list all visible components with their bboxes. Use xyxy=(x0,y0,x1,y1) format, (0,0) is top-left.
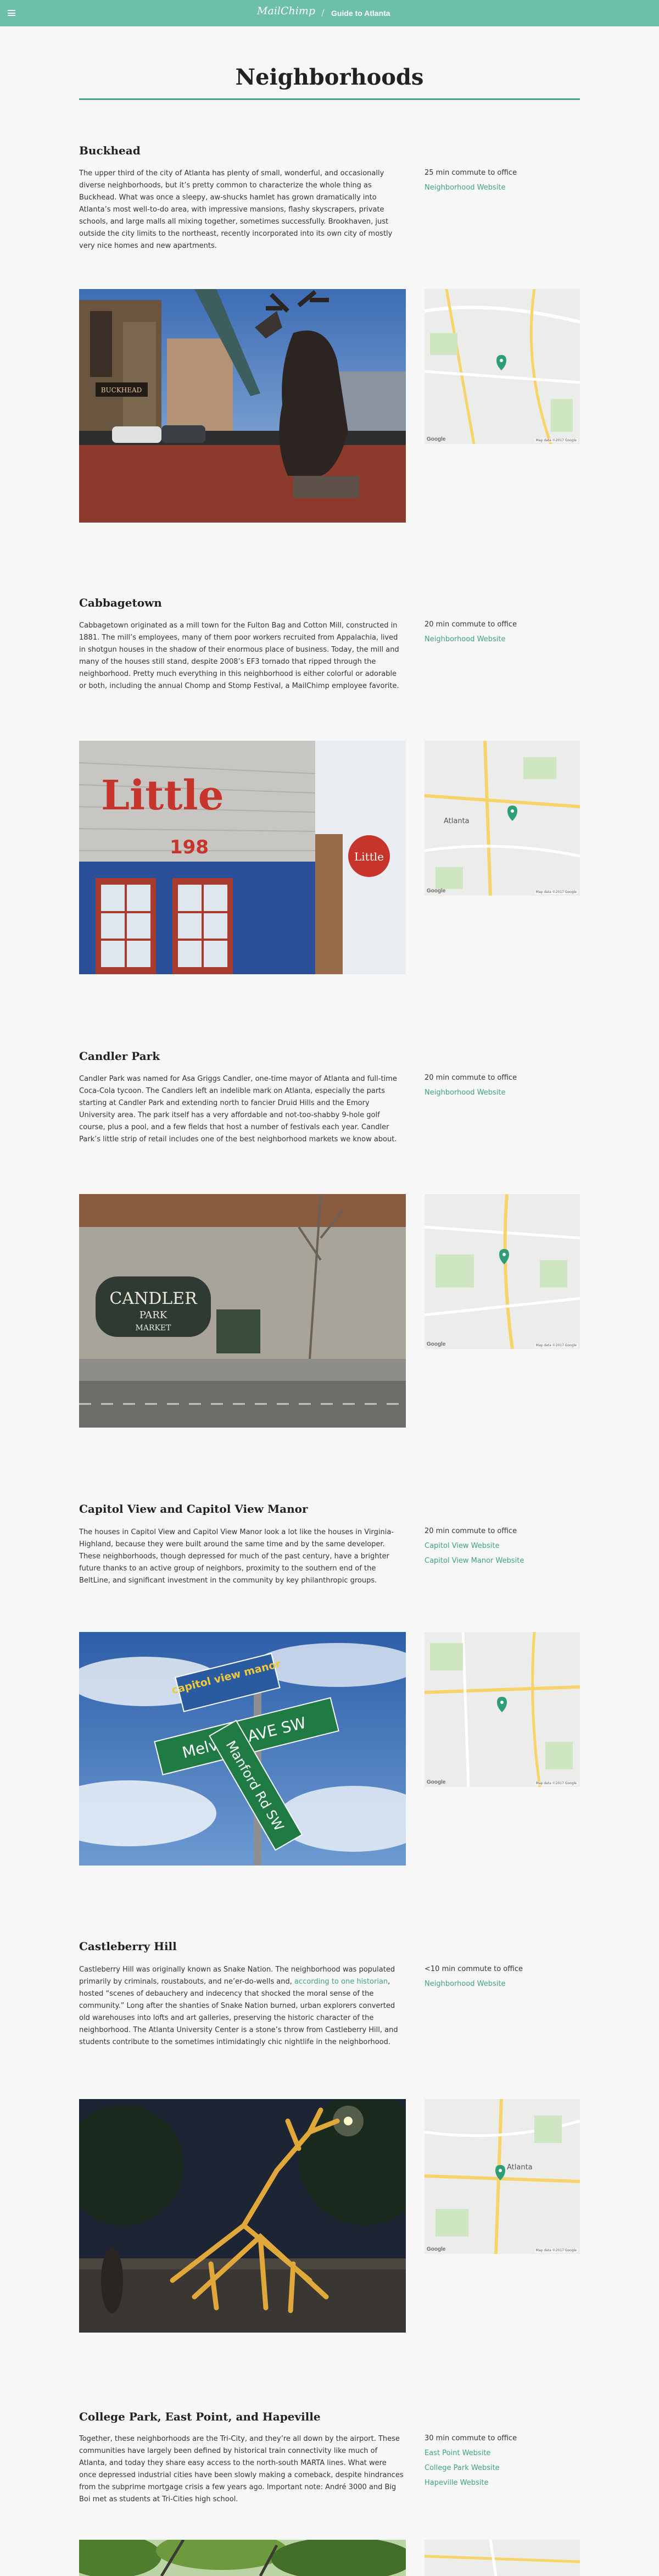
photo-sign-text: CANDLER xyxy=(109,1289,198,1308)
capitol-view-manor-website-link[interactable]: Capitol View Manor Website xyxy=(425,1557,580,1568)
commute-time: 20 min commute to office xyxy=(425,1527,517,1535)
east-point-website-link[interactable]: East Point Website xyxy=(425,2449,580,2460)
neighborhood-website-link[interactable]: Neighborhood Website xyxy=(425,635,580,646)
neighborhood-description: The upper third of the city of Atlanta h… xyxy=(79,169,393,250)
neighborhood-photo-buckhead: BUCKHEAD xyxy=(79,289,406,523)
neighborhood-photo-candler-park: CANDLER PARK MARKET xyxy=(79,1194,406,1428)
top-navigation-bar: MailChimp / Guide to Atlanta xyxy=(0,0,659,26)
neighborhood-title: Cabbagetown xyxy=(79,596,162,609)
neighborhood-title: College Park, East Point, and Hapeville xyxy=(79,2410,321,2423)
commute-time: 30 min commute to office xyxy=(425,2434,517,2442)
brand-logo[interactable]: MailChimp xyxy=(255,5,315,19)
title-divider xyxy=(79,98,580,100)
map-attribution: Map data ©2017 Google xyxy=(534,1781,578,1785)
neighborhood-description: The houses in Capitol View and Capitol V… xyxy=(79,1528,394,1585)
neighborhood-description: Together, these neighborhoods are the Tr… xyxy=(79,2435,404,2503)
hapeville-website-link[interactable]: Hapeville Website xyxy=(425,2479,580,2490)
map-attribution: Map data ©2017 Google xyxy=(534,2249,578,2252)
college-park-website-link[interactable]: College Park Website xyxy=(425,2464,580,2475)
guide-title-link[interactable]: Guide to Atlanta xyxy=(331,9,419,19)
map-logo: Google xyxy=(427,1341,446,1347)
capitol-view-website-link[interactable]: Capitol View Website xyxy=(425,1542,580,1553)
commute-time: <10 min commute to office xyxy=(425,1965,523,1973)
map-attribution: Map data ©2017 Google xyxy=(534,1343,578,1347)
neighborhood-photo-capitol-view: capitol view manor Melview AVE SW Manfor… xyxy=(79,1632,406,1866)
neighborhood-map[interactable]: Google Map data ©2017 Google xyxy=(425,1194,580,1349)
neighborhood-website-link[interactable]: Neighborhood Website xyxy=(425,184,580,195)
photo-sign-text: BUCKHEAD xyxy=(101,386,142,394)
neighborhood-photo-cabbagetown: Little 198 Little xyxy=(79,741,406,974)
neighborhood-map[interactable] xyxy=(425,2540,580,2576)
map-logo: Google xyxy=(427,1779,446,1785)
photo-round-sign-text: Little xyxy=(354,850,384,863)
commute-time: 20 min commute to office xyxy=(425,620,517,629)
svg-text:Atlanta: Atlanta xyxy=(507,2163,533,2172)
neighborhood-description: Candler Park was named for Asa Griggs Ca… xyxy=(79,1075,397,1143)
neighborhood-description: Cabbagetown originated as a mill town fo… xyxy=(79,621,399,690)
map-attribution: Map data ©2017 Google xyxy=(534,438,578,442)
page-title: Neighborhoods xyxy=(235,64,424,90)
photo-sign-mid: PARK xyxy=(139,1309,167,1321)
neighborhood-title: Capitol View and Capitol View Manor xyxy=(79,1502,308,1515)
map-attribution: Map data ©2017 Google xyxy=(534,890,578,894)
map-logo: Google xyxy=(427,436,446,442)
neighborhood-photo-tri-city xyxy=(79,2540,406,2576)
neighborhood-title: Candler Park xyxy=(79,1050,160,1063)
svg-text:Atlanta: Atlanta xyxy=(444,817,470,825)
neighborhood-map[interactable]: Google Map data ©2017 Google xyxy=(425,1632,580,1787)
historian-link[interactable]: according to one historian xyxy=(294,1978,388,1986)
neighborhood-map[interactable]: Atlanta Google Map data ©2017 Google xyxy=(425,741,580,896)
photo-sign-low: MARKET xyxy=(135,1324,171,1333)
neighborhood-description: Castleberry Hill was originally known as… xyxy=(79,1966,398,2046)
neighborhood-map[interactable]: Atlanta Google Map data ©2017 Google xyxy=(425,2099,580,2254)
neighborhood-title: Buckhead xyxy=(79,144,141,157)
neighborhood-map[interactable]: Google Map data ©2017 Google xyxy=(425,289,580,444)
hamburger-menu-icon[interactable] xyxy=(8,10,15,16)
neighborhood-title: Castleberry Hill xyxy=(79,1940,177,1953)
neighborhood-website-link[interactable]: Neighborhood Website xyxy=(425,1980,580,1991)
commute-time: 25 min commute to office xyxy=(425,169,517,177)
photo-sign-text: Little xyxy=(101,772,224,819)
breadcrumb-separator: / xyxy=(321,7,325,18)
map-logo: Google xyxy=(427,2246,446,2252)
map-logo: Google xyxy=(427,888,446,894)
commute-time: 20 min commute to office xyxy=(425,1074,517,1082)
neighborhood-website-link[interactable]: Neighborhood Website xyxy=(425,1089,580,1100)
photo-sign-number: 198 xyxy=(170,836,209,858)
neighborhood-photo-castleberry-hill xyxy=(79,2099,406,2333)
